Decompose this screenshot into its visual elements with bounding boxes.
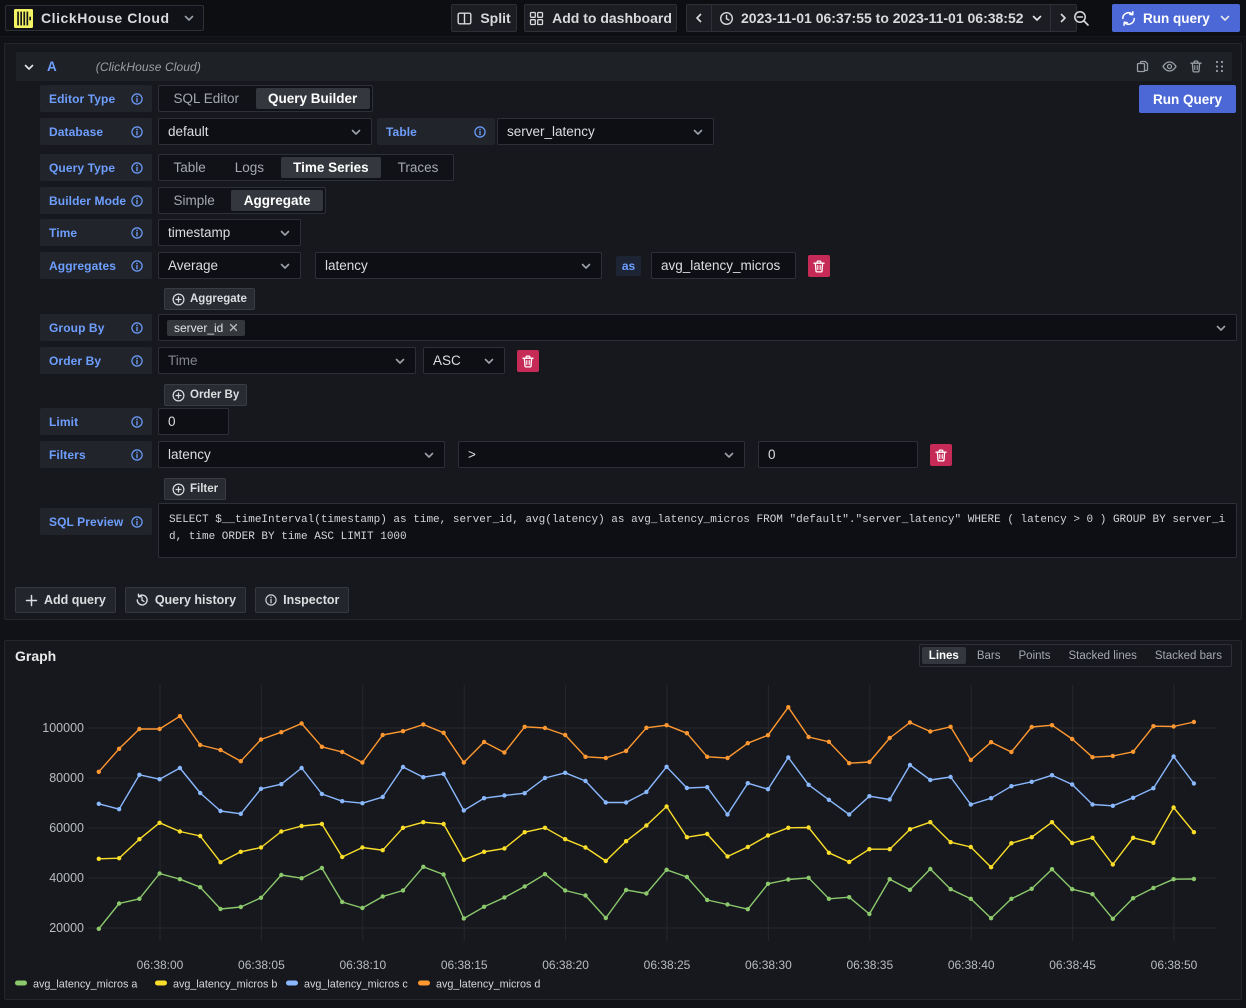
svg-text:20000: 20000	[49, 921, 84, 935]
svg-text:06:38:15: 06:38:15	[441, 958, 488, 972]
svg-text:06:38:45: 06:38:45	[1049, 958, 1096, 972]
svg-text:06:38:00: 06:38:00	[137, 958, 184, 972]
svg-text:avg_latency_micros b: avg_latency_micros b	[173, 979, 277, 991]
svg-text:06:38:25: 06:38:25	[644, 958, 691, 972]
svg-text:06:38:30: 06:38:30	[745, 958, 792, 972]
svg-text:60000: 60000	[49, 821, 84, 835]
svg-text:06:38:10: 06:38:10	[339, 958, 386, 972]
svg-text:avg_latency_micros d: avg_latency_micros d	[436, 979, 540, 991]
svg-text:80000: 80000	[49, 771, 84, 785]
svg-text:40000: 40000	[49, 871, 84, 885]
svg-text:06:38:35: 06:38:35	[846, 958, 893, 972]
svg-text:06:38:20: 06:38:20	[542, 958, 589, 972]
svg-text:06:38:40: 06:38:40	[948, 958, 995, 972]
svg-text:06:38:05: 06:38:05	[238, 958, 285, 972]
svg-text:06:38:50: 06:38:50	[1151, 958, 1198, 972]
svg-text:avg_latency_micros c: avg_latency_micros c	[304, 979, 408, 991]
svg-text:avg_latency_micros a: avg_latency_micros a	[33, 979, 137, 991]
svg-text:100000: 100000	[42, 721, 84, 735]
